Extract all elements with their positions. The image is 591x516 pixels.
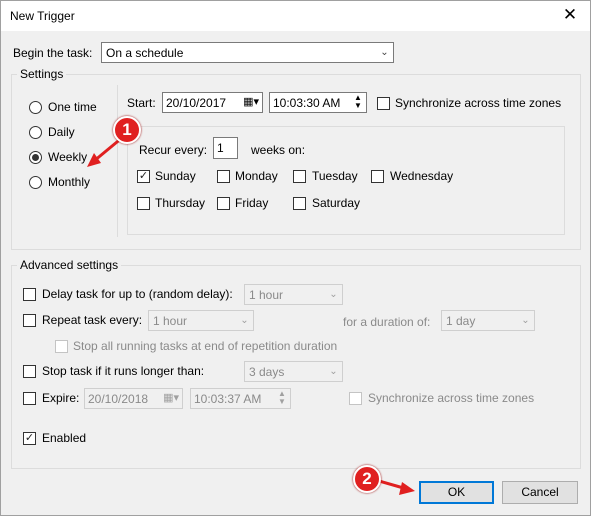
friday-checkbox[interactable] bbox=[217, 197, 230, 210]
stop-running-tasks-label: Stop all running tasks at end of repetit… bbox=[73, 339, 338, 353]
start-date-value: 20/10/2017 bbox=[166, 96, 227, 110]
monday-checkbox[interactable] bbox=[217, 170, 230, 183]
sunday-checkbox[interactable]: ✓ bbox=[137, 170, 150, 183]
delay-task-checkbox[interactable] bbox=[23, 288, 36, 301]
start-time-input[interactable]: 10:03:30 AM ▲ ▼ bbox=[269, 92, 367, 113]
duration-value: 1 day bbox=[446, 314, 476, 328]
recur-every-value: 1 bbox=[217, 141, 224, 155]
chevron-down-icon: ⌄ bbox=[240, 315, 249, 326]
start-label: Start: bbox=[127, 96, 156, 110]
expire-sync-label: Synchronize across time zones bbox=[368, 391, 535, 405]
delay-dropdown[interactable]: 1 hour ⌄ bbox=[244, 284, 343, 305]
duration-dropdown[interactable]: 1 day ⌄ bbox=[441, 310, 535, 331]
duration-label: for a duration of: bbox=[343, 315, 431, 329]
recur-every-label: Recur every: bbox=[139, 143, 208, 157]
enabled-label: Enabled bbox=[42, 431, 87, 445]
thursday-label: Thursday bbox=[155, 196, 206, 210]
arrow-2-line bbox=[378, 479, 408, 491]
begin-task-label: Begin the task: bbox=[13, 46, 93, 60]
settings-legend: Settings bbox=[17, 67, 67, 81]
expire-checkbox[interactable] bbox=[23, 392, 36, 405]
annotation-badge-1: 1 bbox=[113, 116, 141, 144]
expire-sync-checkbox[interactable] bbox=[349, 392, 362, 405]
tuesday-checkbox[interactable] bbox=[293, 170, 306, 183]
tuesday-label: Tuesday bbox=[312, 169, 358, 183]
chevron-down-icon: ⌄ bbox=[329, 289, 338, 300]
expire-time-input[interactable]: 10:03:37 AM ▲ ▼ bbox=[190, 388, 291, 409]
expire-date-value: 20/10/2018 bbox=[88, 392, 149, 406]
advanced-settings-legend: Advanced settings bbox=[17, 258, 122, 272]
friday-label: Friday bbox=[235, 196, 269, 210]
sunday-label: Sunday bbox=[155, 169, 196, 183]
annotation-badge-2: 2 bbox=[353, 465, 381, 493]
close-icon[interactable]: ✕ bbox=[556, 4, 584, 28]
radio-monthly[interactable] bbox=[29, 176, 42, 189]
repeat-value: 1 hour bbox=[153, 314, 188, 328]
new-trigger-dialog: New Trigger ✕ Begin the task: On a sched… bbox=[0, 0, 591, 516]
radio-one-time[interactable] bbox=[29, 101, 42, 114]
recur-every-input[interactable]: 1 bbox=[213, 137, 238, 159]
window-title: New Trigger bbox=[10, 9, 75, 23]
radio-monthly-label: Monthly bbox=[48, 175, 91, 189]
calendar-icon[interactable]: ▦▾ bbox=[243, 95, 259, 108]
begin-task-value: On a schedule bbox=[106, 46, 184, 60]
expire-time-value: 10:03:37 AM bbox=[194, 392, 262, 406]
begin-task-dropdown[interactable]: On a schedule ⌄ bbox=[101, 42, 394, 63]
repeat-task-checkbox[interactable] bbox=[23, 314, 36, 327]
repeat-dropdown[interactable]: 1 hour ⌄ bbox=[148, 310, 254, 331]
wednesday-label: Wednesday bbox=[390, 169, 454, 183]
stop-task-longer-checkbox[interactable] bbox=[23, 365, 36, 378]
radio-daily[interactable] bbox=[29, 126, 42, 139]
stop-running-tasks-checkbox[interactable] bbox=[55, 340, 68, 353]
wednesday-checkbox[interactable] bbox=[371, 170, 384, 183]
chevron-down-icon: ⌄ bbox=[380, 47, 389, 58]
thursday-checkbox[interactable] bbox=[137, 197, 150, 210]
sync-time-zones-label: Synchronize across time zones bbox=[395, 96, 562, 110]
sync-time-zones-checkbox[interactable] bbox=[377, 97, 390, 110]
monday-label: Monday bbox=[235, 169, 278, 183]
radio-weekly-label: Weekly bbox=[48, 150, 88, 164]
time-spinner-icon[interactable]: ▲ ▼ bbox=[275, 390, 289, 407]
expire-date-picker[interactable]: 20/10/2018 ▦▾ bbox=[84, 388, 183, 409]
ok-button[interactable]: OK bbox=[419, 481, 494, 504]
start-time-value: 10:03:30 AM bbox=[273, 96, 341, 110]
enabled-checkbox[interactable]: ✓ bbox=[23, 432, 36, 445]
radio-daily-label: Daily bbox=[48, 125, 75, 139]
saturday-checkbox[interactable] bbox=[293, 197, 306, 210]
radio-one-time-label: One time bbox=[48, 100, 97, 114]
radio-selected-dot bbox=[32, 154, 39, 161]
stop-longer-value: 3 days bbox=[249, 365, 285, 379]
weeks-on-label: weeks on: bbox=[251, 143, 306, 157]
expire-label: Expire: bbox=[42, 391, 80, 405]
radio-weekly[interactable] bbox=[29, 151, 42, 164]
chevron-down-icon: ⌄ bbox=[329, 366, 338, 377]
repeat-task-label: Repeat task every: bbox=[42, 313, 143, 327]
start-date-picker[interactable]: 20/10/2017 ▦▾ bbox=[162, 92, 263, 113]
delay-task-label: Delay task for up to (random delay): bbox=[42, 287, 233, 301]
stop-task-longer-label: Stop task if it runs longer than: bbox=[42, 364, 205, 378]
title-bar: New Trigger ✕ bbox=[1, 1, 590, 31]
cancel-button[interactable]: Cancel bbox=[502, 481, 578, 504]
stop-longer-dropdown[interactable]: 3 days ⌄ bbox=[244, 361, 343, 382]
settings-divider bbox=[117, 85, 118, 237]
time-spinner-icon[interactable]: ▲ ▼ bbox=[351, 94, 365, 111]
calendar-icon[interactable]: ▦▾ bbox=[163, 391, 179, 404]
saturday-label: Saturday bbox=[312, 196, 361, 210]
chevron-down-icon: ⌄ bbox=[521, 315, 530, 326]
delay-value: 1 hour bbox=[249, 288, 284, 302]
arrow-2-head bbox=[399, 482, 415, 495]
